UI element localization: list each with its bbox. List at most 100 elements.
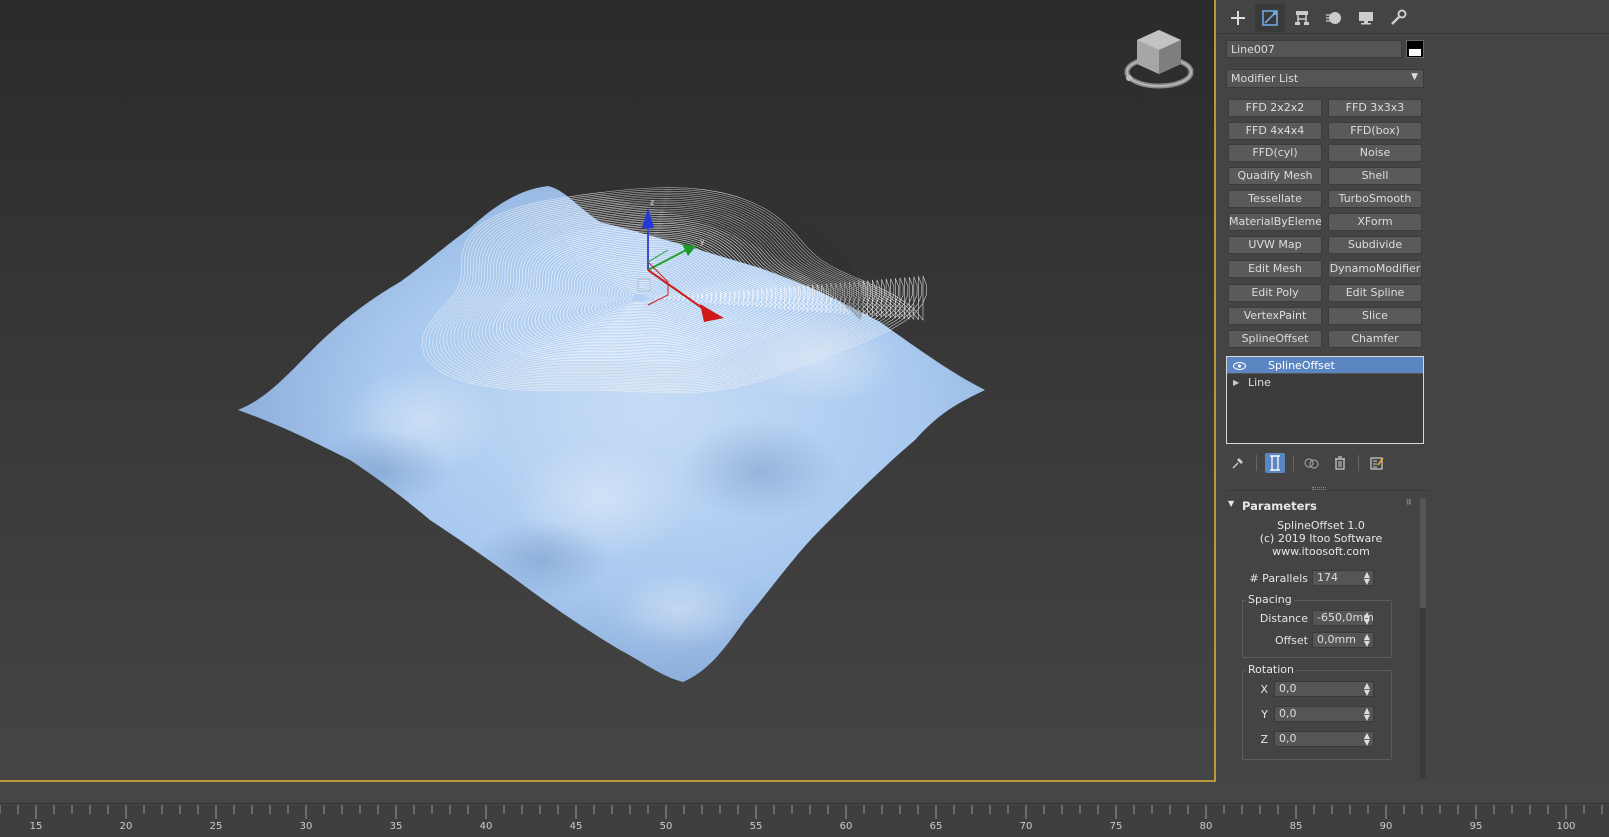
ruler-frame-label: 50 — [659, 821, 673, 832]
object-name-field[interactable] — [1226, 40, 1402, 58]
modifier-button-sets: FFD 2x2x2 FFD 3x3x3 FFD 4x4x4 FFD(box) FFD(c… — [1228, 99, 1424, 348]
ruler-frame-label: 15 — [29, 821, 43, 832]
modifier-button[interactable]: FFD(box) — [1328, 122, 1422, 140]
perspective-viewport[interactable]: z y x — [0, 0, 1216, 782]
modifier-button[interactable]: Edit Mesh — [1228, 260, 1322, 278]
modifier-button[interactable]: Noise — [1328, 144, 1422, 162]
ruler-frame-label: 40 — [479, 821, 493, 832]
modifier-button[interactable]: Slice — [1328, 307, 1422, 325]
motion-icon[interactable] — [1319, 4, 1349, 32]
scrollbar-thumb[interactable] — [1420, 498, 1426, 608]
create-icon[interactable] — [1223, 4, 1253, 32]
modifier-button[interactable]: Edit Spline — [1328, 284, 1422, 302]
ruler-frame-label: 55 — [749, 821, 763, 832]
object-color-swatch[interactable] — [1406, 40, 1424, 58]
modifier-button[interactable]: FFD(cyl) — [1228, 144, 1322, 162]
parameters-rollout-header[interactable]: ▼ Parameters ⠿ — [1226, 498, 1416, 516]
modify-icon[interactable] — [1255, 4, 1285, 32]
modifier-button[interactable]: MaterialByElement — [1228, 213, 1322, 231]
ruler-frame-label: 45 — [569, 821, 583, 832]
modifier-button[interactable]: VertexPaint — [1228, 307, 1322, 325]
rotation-y-value: 0,0 — [1279, 707, 1297, 720]
show-end-result-icon[interactable] — [1265, 453, 1285, 473]
about-line: (c) 2019 Itoo Software — [1259, 532, 1383, 545]
timeline: 15 20 25 30 35 40 45 50 55 60 65 70 75 80 85 90 95 100 — [0, 782, 1609, 837]
spinner-arrows-icon[interactable]: ▲ ▼ — [1364, 633, 1370, 648]
svg-text:y: y — [700, 237, 705, 246]
rotation-x-label: X — [1260, 683, 1268, 696]
modifier-button[interactable]: DynamoModifier — [1328, 260, 1422, 278]
parallels-spinner[interactable]: 174 ▲ ▼ — [1312, 570, 1374, 586]
toolbar-separator — [1293, 455, 1294, 471]
modifier-button[interactable]: Edit Poly — [1228, 284, 1322, 302]
spinner-arrows-icon[interactable]: ▲ ▼ — [1364, 732, 1370, 747]
parameters-rollout: ▼ Parameters ⠿ SplineOffset 1.0 (c) 2019… — [1226, 498, 1416, 782]
time-slider-track[interactable] — [0, 782, 1609, 804]
ruler-ticks — [0, 805, 1603, 819]
toolbar-separator — [1358, 455, 1359, 471]
modifier-button[interactable]: FFD 3x3x3 — [1328, 99, 1422, 117]
offset-value: 0,0mm — [1317, 633, 1356, 646]
modifier-button[interactable]: Chamfer — [1328, 330, 1422, 348]
rotation-x-spinner[interactable]: 0,0 ▲ ▼ — [1274, 681, 1374, 697]
stack-item-line[interactable]: ▶ Line — [1227, 374, 1423, 391]
modifier-button[interactable]: XForm — [1328, 213, 1422, 231]
ruler-frame-label: 90 — [1379, 821, 1393, 832]
spacing-group — [1242, 600, 1392, 658]
modifier-button[interactable]: TurboSmooth — [1328, 190, 1422, 208]
modifier-button[interactable]: Shell — [1328, 167, 1422, 185]
modifier-list-label: Modifier List — [1231, 72, 1299, 85]
display-icon[interactable] — [1351, 4, 1381, 32]
parallels-label: # Parallels — [1249, 572, 1308, 585]
utilities-icon[interactable] — [1383, 4, 1413, 32]
spinner-arrows-icon[interactable]: ▲ ▼ — [1364, 682, 1370, 697]
hierarchy-icon[interactable] — [1287, 4, 1317, 32]
modifier-button[interactable]: FFD 4x4x4 — [1228, 122, 1322, 140]
max-ui: z y x Line007 Modifier List ▼ FFD 2x2x2 … — [0, 0, 1609, 837]
offset-spinner[interactable]: 0,0mm ▲ ▼ — [1312, 632, 1374, 648]
parallels-value: 174 — [1317, 571, 1338, 584]
modifier-button[interactable]: UVW Map — [1228, 236, 1322, 254]
rotation-x-value: 0,0 — [1279, 682, 1297, 695]
stack-item-splineoffset[interactable]: SplineOffset — [1227, 357, 1423, 374]
viewcube[interactable] — [1121, 26, 1197, 94]
modifier-button[interactable]: Subdivide — [1328, 236, 1422, 254]
ruler-frame-label: 35 — [389, 821, 403, 832]
rotation-y-label: Y — [1261, 708, 1268, 721]
make-unique-icon[interactable] — [1302, 453, 1322, 473]
rotation-z-value: 0,0 — [1279, 732, 1297, 745]
rotation-y-spinner[interactable]: 0,0 ▲ ▼ — [1274, 706, 1374, 722]
configure-modifier-sets-icon[interactable] — [1367, 453, 1387, 473]
ruler-frame-label: 75 — [1109, 821, 1123, 832]
modifier-list-dropdown[interactable]: Modifier List ▼ — [1226, 69, 1424, 88]
scene-render: z y x — [238, 185, 985, 682]
ruler-frame-label: 30 — [299, 821, 313, 832]
ruler-frame-label: 70 — [1019, 821, 1033, 832]
modifier-button[interactable]: FFD 2x2x2 — [1228, 99, 1322, 117]
track-bar-ruler[interactable]: 15 20 25 30 35 40 45 50 55 60 65 70 75 80 85 90 95 100 — [0, 805, 1609, 837]
rotation-z-spinner[interactable]: 0,0 ▲ ▼ — [1274, 731, 1374, 747]
ruler-frame-label: 100 — [1556, 821, 1576, 832]
spinner-arrows-icon[interactable]: ▲ ▼ — [1364, 707, 1370, 722]
pin-stack-icon[interactable] — [1228, 453, 1248, 473]
panel-scrollbar[interactable] — [1420, 498, 1426, 778]
distance-spinner[interactable]: -650,0mm ▲ ▼ — [1312, 610, 1374, 626]
expand-triangle-icon[interactable]: ▶ — [1233, 374, 1239, 391]
rotation-z-label: Z — [1260, 733, 1268, 746]
command-panel-tabs — [1218, 0, 1609, 34]
spinner-arrows-icon[interactable]: ▲ ▼ — [1364, 611, 1370, 626]
ruler-frame-label: 80 — [1199, 821, 1213, 832]
modifier-button[interactable]: Tessellate — [1228, 190, 1322, 208]
spinner-arrows-icon[interactable]: ▲ ▼ — [1364, 571, 1370, 586]
distance-label: Distance — [1259, 612, 1308, 625]
toolbar-separator — [1256, 455, 1257, 471]
modifier-button[interactable]: SplineOffset — [1228, 330, 1322, 348]
terrain-surface — [238, 186, 985, 682]
ruler-frame-label: 60 — [839, 821, 853, 832]
ruler-frame-label: 95 — [1469, 821, 1483, 832]
rotation-group-title: Rotation — [1246, 663, 1297, 676]
modifier-button[interactable]: Quadify Mesh — [1228, 167, 1322, 185]
stack-item-label: SplineOffset — [1268, 359, 1335, 372]
remove-modifier-icon[interactable] — [1330, 453, 1350, 473]
modifier-stack[interactable]: SplineOffset ▶ Line — [1226, 356, 1424, 444]
